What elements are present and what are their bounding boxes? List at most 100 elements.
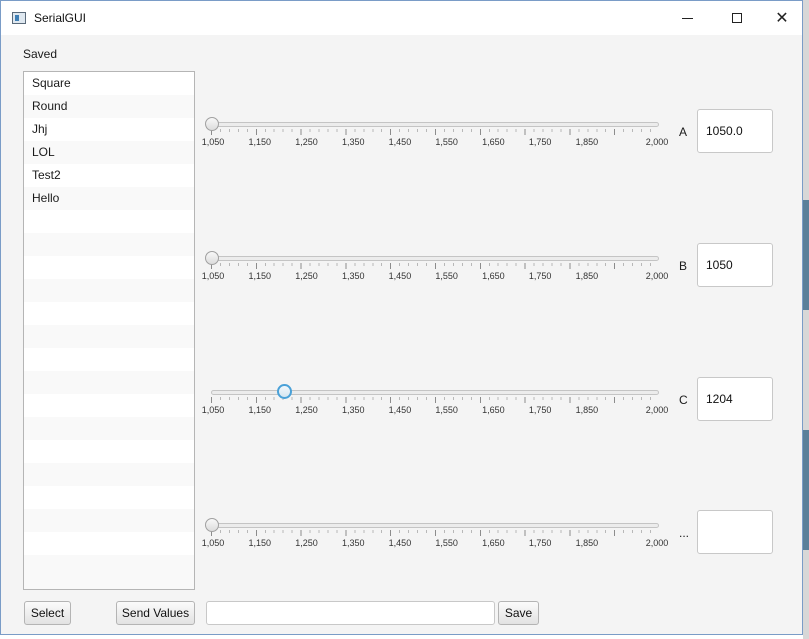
- slider-ticks: [211, 129, 659, 135]
- tick-label: 2,000: [645, 271, 669, 281]
- saved-label: Saved: [23, 47, 58, 61]
- tick-label: 1,550: [435, 137, 458, 147]
- tick-label: 1,050: [201, 137, 225, 147]
- tick-label: 1,750: [528, 538, 552, 548]
- slider-value-field[interactable]: [697, 510, 773, 554]
- list-empty-row[interactable]: [24, 440, 194, 463]
- tick-labels: 1,050 1,150 1,250 1,350 1,450 1,550 1,650 1,750…: [201, 271, 671, 283]
- save-button[interactable]: Save: [498, 601, 539, 625]
- slider-4[interactable]: 1,050 1,150 1,250 1,350 1,450 1,550 1,650 1,750…: [201, 511, 671, 561]
- tick-label: 1,450: [388, 271, 412, 281]
- select-button[interactable]: Select: [24, 601, 71, 625]
- saved-list[interactable]: Square Round Jhj LOL Test2 Hello: [23, 71, 195, 590]
- list-item[interactable]: Jhj: [24, 118, 194, 141]
- tick-label: 1,450: [388, 538, 412, 548]
- list-item[interactable]: Test2: [24, 164, 194, 187]
- serialgui-window: SerialGUI ✕ Saved Square Round Jhj LOL Test2…: [0, 0, 803, 635]
- tick-label: 1,150: [248, 137, 271, 147]
- title-bar[interactable]: SerialGUI ✕: [1, 1, 802, 35]
- tick-label: 1,250: [295, 538, 318, 548]
- slider-value-field[interactable]: 1204: [697, 377, 773, 421]
- maximize-icon: [732, 13, 742, 23]
- maximize-button[interactable]: [714, 1, 760, 35]
- slider-thumb[interactable]: [205, 251, 219, 265]
- list-empty-row[interactable]: [24, 256, 194, 279]
- list-empty-row[interactable]: [24, 509, 194, 532]
- tick-label: 1,350: [341, 538, 365, 548]
- list-empty-row[interactable]: [24, 371, 194, 394]
- tick-labels: 1,050 1,150 1,250 1,350 1,450 1,550 1,650 1,750…: [201, 137, 671, 149]
- tick-label: 1,750: [528, 137, 552, 147]
- tick-label: 2,000: [645, 405, 669, 415]
- list-empty-row[interactable]: [24, 233, 194, 256]
- list-empty-row[interactable]: [24, 279, 194, 302]
- tick-label: 1,150: [248, 271, 271, 281]
- slider-value-field[interactable]: 1050.0: [697, 109, 773, 153]
- list-item[interactable]: LOL: [24, 141, 194, 164]
- list-item[interactable]: Hello: [24, 187, 194, 210]
- tick-label: 1,750: [528, 405, 552, 415]
- send-values-button[interactable]: Send Values: [116, 601, 195, 625]
- list-empty-row[interactable]: [24, 325, 194, 348]
- slider-label: ...: [679, 526, 690, 540]
- slider-ticks: [211, 530, 659, 536]
- slider-3[interactable]: 1,050 1,150 1,250 1,350 1,450 1,550 1,650 1,750…: [201, 378, 671, 428]
- list-empty-row[interactable]: [24, 210, 194, 233]
- list-empty-row[interactable]: [24, 348, 194, 371]
- tick-label: 1,150: [248, 405, 271, 415]
- window-title: SerialGUI: [34, 11, 87, 25]
- tick-label: 1,650: [482, 405, 505, 415]
- tick-label: 1,850: [575, 405, 599, 415]
- tick-label: 1,550: [435, 538, 458, 548]
- close-icon: ✕: [775, 10, 789, 27]
- list-empty-row[interactable]: [24, 394, 194, 417]
- tick-labels: 1,050 1,150 1,250 1,350 1,450 1,550 1,650 1,750…: [201, 538, 671, 550]
- list-empty-row[interactable]: [24, 555, 194, 578]
- tick-label: 1,250: [295, 137, 318, 147]
- save-name-input[interactable]: [206, 601, 495, 625]
- list-item[interactable]: Square: [24, 72, 194, 95]
- slider-label: A: [679, 125, 688, 139]
- slider-track[interactable]: [211, 122, 659, 127]
- slider-2[interactable]: 1,050 1,150 1,250 1,350 1,450 1,550 1,650 1,750…: [201, 244, 671, 294]
- tick-labels: 1,050 1,150 1,250 1,350 1,450 1,550 1,650 1,750…: [201, 405, 671, 417]
- minimize-icon: [681, 17, 693, 19]
- slider-ticks: [211, 263, 659, 269]
- tick-label: 1,350: [341, 405, 365, 415]
- list-empty-row[interactable]: [24, 486, 194, 509]
- list-empty-row[interactable]: [24, 302, 194, 325]
- slider-value-field[interactable]: 1050: [697, 243, 773, 287]
- list-empty-row[interactable]: [24, 417, 194, 440]
- list-empty-row[interactable]: [24, 532, 194, 555]
- list-item[interactable]: Round: [24, 95, 194, 118]
- slider-label: B: [679, 259, 688, 273]
- background-desktop: [803, 0, 809, 639]
- slider-thumb[interactable]: [205, 117, 219, 131]
- tick-label: 1,850: [575, 538, 599, 548]
- tick-label: 1,450: [388, 405, 412, 415]
- minimize-button[interactable]: [664, 1, 710, 35]
- tick-label: 1,650: [482, 538, 505, 548]
- tick-label: 1,350: [341, 137, 365, 147]
- tick-label: 1,550: [435, 271, 458, 281]
- tick-label: 1,250: [295, 405, 318, 415]
- app-window-icon: [12, 12, 26, 24]
- slider-track[interactable]: [211, 523, 659, 528]
- tick-label: 1,850: [575, 271, 599, 281]
- close-button[interactable]: ✕: [759, 1, 805, 35]
- tick-label: 1,550: [435, 405, 458, 415]
- main-content: Saved Square Round Jhj LOL Test2 Hello 1,050 1…: [1, 35, 802, 635]
- slider-label: C: [679, 393, 688, 407]
- slider-thumb[interactable]: [205, 518, 219, 532]
- tick-label: 1,650: [482, 137, 505, 147]
- slider-1[interactable]: 1,050 1,150 1,250 1,350 1,450 1,550 1,650 1,750…: [201, 110, 671, 160]
- slider-ticks: [211, 397, 659, 403]
- tick-label: 1,050: [201, 271, 225, 281]
- list-empty-row[interactable]: [24, 463, 194, 486]
- tick-label: 1,250: [295, 271, 318, 281]
- tick-label: 1,050: [201, 538, 225, 548]
- tick-label: 1,450: [388, 137, 412, 147]
- tick-label: 1,750: [528, 271, 552, 281]
- slider-track[interactable]: [211, 256, 659, 261]
- tick-label: 1,650: [482, 271, 505, 281]
